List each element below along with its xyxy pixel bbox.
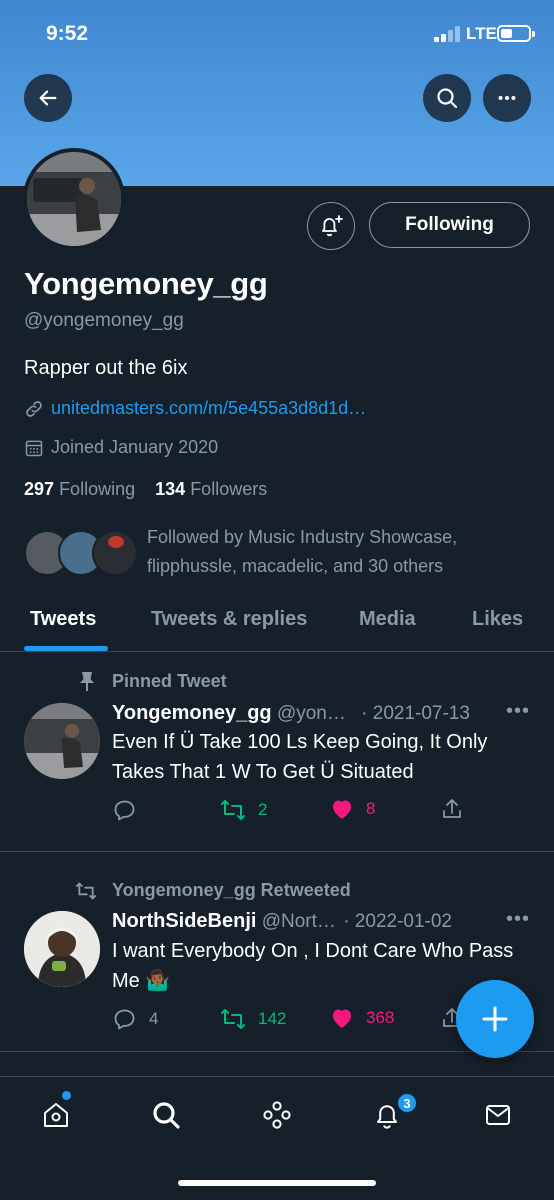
status-time: 9:52: [46, 22, 89, 45]
nav-home[interactable]: [36, 1095, 76, 1135]
retweet-icon: [221, 1009, 245, 1029]
tweet-author-handle: @Nort…: [261, 911, 336, 932]
nav-messages[interactable]: [478, 1095, 518, 1135]
network-label: LTE: [466, 24, 497, 43]
reply-icon: [114, 800, 135, 821]
tweet-divider: [0, 1051, 554, 1052]
profile-avatar[interactable]: [23, 148, 125, 250]
following-count: 297: [24, 479, 55, 499]
retweet-icon: [75, 882, 97, 899]
tweet-author-name[interactable]: Yongemoney_gg: [112, 702, 272, 724]
reply-button[interactable]: [113, 798, 149, 822]
search-icon: [153, 1102, 180, 1129]
like-button[interactable]: 8: [330, 798, 375, 820]
status-bar: 9:52 LTE: [0, 0, 554, 70]
tweet-text: Even If Ü Take 100 Ls Keep Going, It Onl…: [112, 731, 488, 783]
bell-plus-icon: [322, 215, 343, 237]
spaces-icon: [263, 1101, 291, 1129]
tweet-context: Pinned Tweet: [78, 670, 227, 692]
following-count-link[interactable]: 297 Following: [24, 479, 135, 499]
profile-tabs: Tweets Tweets & replies Media Likes: [0, 600, 554, 652]
retweet-button[interactable]: 2: [220, 798, 267, 822]
heart-filled-icon: [333, 1009, 351, 1028]
profile-joined-row: Joined January 2020: [24, 437, 218, 458]
followed-by-text[interactable]: Followed by Music Industry Showcase, fli…: [147, 523, 507, 581]
compose-tweet-button[interactable]: [456, 980, 534, 1058]
more-horizontal-icon: [498, 95, 516, 101]
arrow-left-icon: [39, 90, 57, 106]
tweet-author-avatar[interactable]: [24, 911, 100, 987]
new-content-dot: [62, 1091, 71, 1100]
profile-display-name: Yongemoney_gg: [24, 266, 268, 301]
following-count-label: Following: [59, 479, 136, 499]
signal-icon: [434, 26, 462, 42]
profile-counts: 297 Following 134 Followers: [24, 479, 267, 500]
more-button[interactable]: [483, 74, 531, 122]
reply-icon: [114, 1009, 135, 1030]
tweet-more-icon[interactable]: •••: [506, 908, 530, 931]
retweet-count: 142: [258, 1009, 287, 1028]
tweet-text: I want Everybody On , I Dont Care Who Pa…: [112, 940, 514, 992]
search-button[interactable]: [423, 74, 471, 122]
plus-icon: [482, 1006, 508, 1032]
profile-bio: Rapper out the 6ix: [24, 357, 188, 379]
share-button[interactable]: [440, 797, 464, 821]
profile-handle: @yongemoney_gg: [24, 310, 184, 331]
tweet-more-icon[interactable]: •••: [506, 700, 530, 723]
tweet-divider: [0, 851, 554, 852]
reply-count: 4: [149, 1009, 159, 1028]
share-icon: [443, 799, 461, 818]
reply-button[interactable]: 4: [113, 1007, 158, 1031]
link-icon: [26, 400, 42, 417]
tab-tweets-replies[interactable]: Tweets & replies: [151, 608, 307, 631]
tweet-context: Yongemoney_gg Retweeted: [74, 880, 351, 901]
tab-likes[interactable]: Likes: [472, 608, 523, 631]
tweet-author-handle: @yon…: [276, 703, 346, 724]
calendar-icon: [25, 440, 43, 456]
tweet-context-label: Pinned Tweet: [112, 670, 227, 691]
tab-tweets[interactable]: Tweets: [30, 608, 96, 631]
tweet-header: Yongemoney_gg @yon… · 2021-07-13: [112, 702, 470, 725]
heart-filled-icon: [333, 800, 351, 819]
tweet-date: · 2021-07-13: [361, 703, 470, 724]
retweet-count: 2: [258, 800, 268, 819]
profile-link-row[interactable]: unitedmasters.com/m/5e455a3d8d1d…: [24, 398, 366, 419]
home-icon: [44, 1103, 68, 1127]
tweet-header: NorthSideBenji @Nort… · 2022-01-02: [112, 910, 452, 933]
like-count: 8: [366, 799, 376, 818]
notify-bell-button[interactable]: [307, 202, 355, 250]
followers-count: 134: [155, 479, 186, 499]
search-icon: [437, 88, 458, 109]
like-button[interactable]: 368: [330, 1007, 394, 1029]
active-tab-indicator: [24, 646, 108, 651]
pin-icon: [80, 672, 94, 691]
mail-icon: [486, 1105, 510, 1125]
back-button[interactable]: [24, 74, 72, 122]
tweet-date: · 2022-01-02: [343, 911, 452, 932]
home-indicator: [178, 1180, 376, 1186]
follower-avatar: [92, 530, 138, 576]
retweet-icon: [221, 800, 245, 820]
tweet-context-label: Yongemoney_gg Retweeted: [112, 880, 351, 900]
nav-search[interactable]: [146, 1095, 186, 1135]
following-button[interactable]: Following: [369, 202, 530, 248]
battery-icon: [497, 25, 535, 42]
notifications-badge: 3: [396, 1092, 418, 1114]
tweet-author-name[interactable]: NorthSideBenji: [112, 910, 256, 932]
followers-count-label: Followers: [190, 479, 268, 499]
tab-media[interactable]: Media: [359, 608, 416, 631]
followers-count-link[interactable]: 134 Followers: [155, 479, 267, 499]
nav-spaces[interactable]: [257, 1095, 297, 1135]
profile-link[interactable]: unitedmasters.com/m/5e455a3d8d1d…: [51, 398, 366, 419]
followed-by-avatars[interactable]: [24, 530, 138, 578]
profile-joined: Joined January 2020: [51, 437, 219, 457]
like-count: 368: [366, 1008, 395, 1027]
retweet-button[interactable]: 142: [220, 1007, 286, 1031]
tweet-author-avatar[interactable]: [24, 703, 100, 779]
